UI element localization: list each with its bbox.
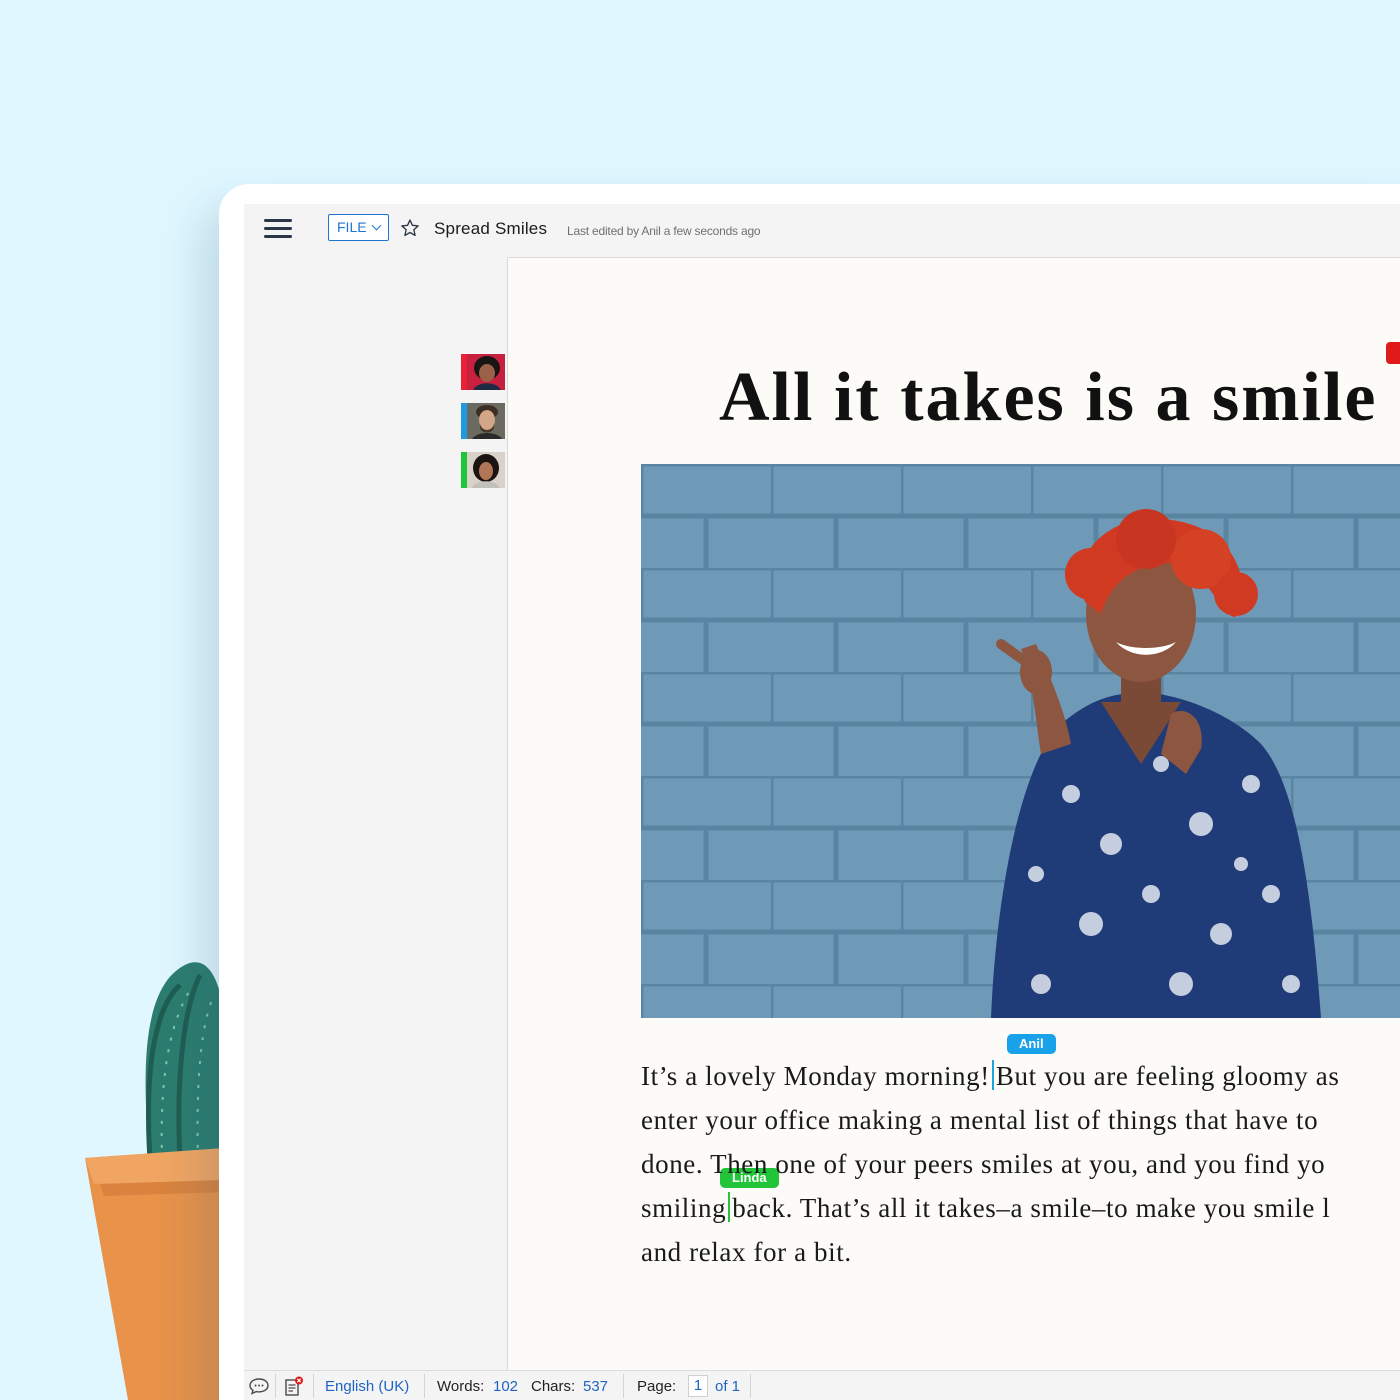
collaborator-avatar-1[interactable]: [461, 354, 505, 390]
collaborator-avatar-2[interactable]: [461, 403, 505, 439]
char-count: 537: [583, 1378, 609, 1395]
anil-text-cursor: [991, 1060, 994, 1090]
collaborator-cursor-tag-anil: Anil: [1007, 1034, 1056, 1054]
divider: [424, 1374, 425, 1398]
avatar: [467, 452, 505, 488]
file-menu-label: FILE: [337, 219, 367, 235]
avatar: [467, 354, 505, 390]
words-label: Words:: [437, 1378, 485, 1395]
body-line: smiling back. That’s all it takes–a smile…: [641, 1186, 1400, 1230]
divider: [275, 1374, 276, 1398]
document-heading[interactable]: All it takes is a smile: [719, 358, 1377, 438]
page-label: Page:: [637, 1378, 677, 1395]
body-text: But you are feeling gloomy as: [995, 1061, 1340, 1091]
body-text: It’s a lovely Monday morning!: [641, 1061, 990, 1091]
document-photo[interactable]: [641, 464, 1400, 1018]
last-edited-status: Last edited by Anil a few seconds ago: [567, 224, 761, 238]
spellcheck-error-icon[interactable]: [283, 1376, 305, 1396]
file-menu-button[interactable]: FILE: [328, 214, 389, 241]
comment-icon[interactable]: [248, 1376, 270, 1396]
body-text: back. That’s all it takes–a smile–to mak…: [732, 1193, 1331, 1223]
body-text: smiling: [641, 1193, 727, 1223]
avatar: [467, 403, 505, 439]
menu-icon[interactable]: [264, 219, 292, 241]
page-total: of 1: [715, 1378, 741, 1395]
divider: [313, 1374, 314, 1398]
divider: [750, 1374, 751, 1398]
language-selector[interactable]: English (UK): [325, 1378, 409, 1395]
remote-cursor-marker: [1386, 342, 1400, 364]
collaborator-avatar-3[interactable]: [461, 452, 505, 488]
document-title[interactable]: Spread Smiles: [434, 219, 547, 239]
word-count: 102: [493, 1378, 519, 1395]
body-line: It’s a lovely Monday morning! But you are…: [641, 1054, 1400, 1098]
star-icon[interactable]: [400, 218, 420, 238]
chevron-down-icon: [371, 220, 382, 231]
top-toolbar: FILE Spread Smiles Last edited by Anil a…: [244, 204, 1400, 258]
body-line: enter your office making a mental list o…: [641, 1105, 1319, 1135]
body-line: and relax for a bit.: [641, 1237, 852, 1267]
editor-window: FILE Spread Smiles Last edited by Anil a…: [244, 204, 1400, 1400]
divider: [623, 1374, 624, 1398]
chars-label: Chars:: [531, 1378, 576, 1395]
status-bar: English (UK) Words: 102 Chars: 537 Page:…: [244, 1370, 1400, 1400]
linda-text-cursor: [728, 1192, 731, 1222]
body-line: done. Then one of your peers smiles at y…: [641, 1149, 1326, 1179]
page-number-input[interactable]: 1: [688, 1375, 708, 1397]
document-body[interactable]: It’s a lovely Monday morning! But you are…: [641, 1054, 1400, 1274]
document-page[interactable]: All it takes is a smile Anil Linda It’s …: [507, 257, 1400, 1370]
